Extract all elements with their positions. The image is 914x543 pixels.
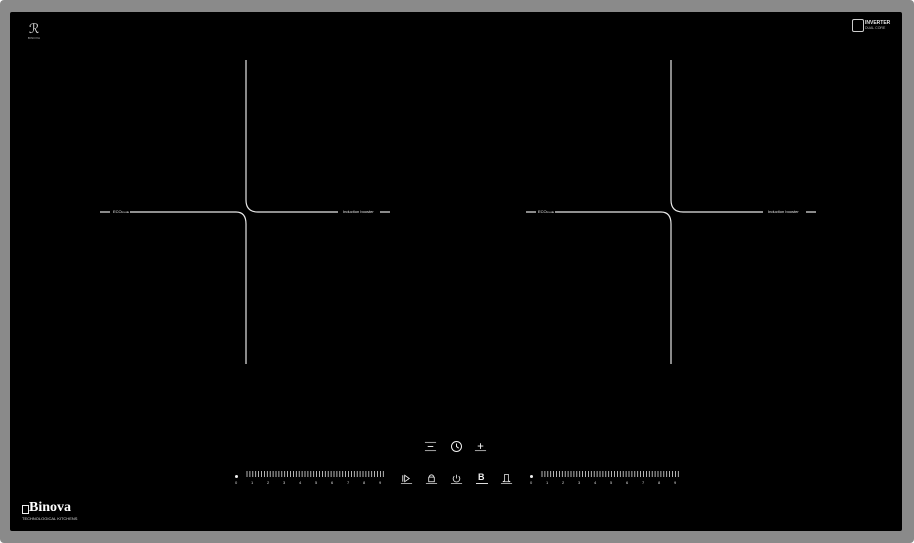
slider-level-8: 8: [658, 480, 661, 485]
zone-left-eco-sub: mode: [121, 210, 130, 214]
lock-button[interactable]: [425, 472, 438, 485]
slider-level-6: 6: [331, 480, 334, 485]
slider-level-5: 5: [315, 480, 318, 485]
slider-right-ticks: [541, 471, 679, 477]
slider-level-1: 1: [546, 480, 549, 485]
slider-level-3: 3: [578, 480, 581, 485]
power-button[interactable]: [450, 472, 463, 485]
zone-left-lower-line: [130, 211, 247, 364]
zone-left-eco-label[interactable]: ECOmode: [113, 209, 129, 214]
zone-right-eco-label[interactable]: ECOmode: [538, 209, 554, 214]
brand-box-icon: [22, 505, 29, 514]
slider-level-0: 0: [235, 480, 238, 485]
zone-left-eco-text: ECO: [113, 209, 122, 214]
slider-level-6: 6: [626, 480, 629, 485]
slider-level-9: 9: [379, 480, 382, 485]
timer-minus-button[interactable]: [424, 440, 437, 453]
bridge-button[interactable]: [500, 472, 513, 485]
slider-level-7: 7: [347, 480, 350, 485]
slider-level-4: 4: [299, 480, 302, 485]
slider-left-indicator-dot: [235, 475, 238, 478]
slider-level-1: 1: [251, 480, 254, 485]
zone-left-upper-line: [245, 60, 338, 213]
slider-right-indicator-dot: [530, 475, 533, 478]
slider-level-2: 2: [267, 480, 270, 485]
booster-underline: [476, 483, 488, 484]
zone-right-lower-line: [555, 211, 672, 364]
brand-tagline: TECHNOLOGICAL KITCHENS: [22, 516, 78, 521]
zone-right-eco-text: ECO: [538, 209, 547, 214]
slider-level-9: 9: [674, 480, 677, 485]
slider-level-0: 0: [530, 480, 533, 485]
slider-level-5: 5: [610, 480, 613, 485]
cooktop-glass: ℛ BINOVA INVERTER DUAL CORE ECOmode Indu…: [10, 12, 902, 531]
zone-right-booster-label[interactable]: Induction booster: [768, 209, 799, 214]
timer-clock-icon[interactable]: [450, 440, 463, 453]
booster-button[interactable]: B: [475, 472, 488, 485]
brand-name: Binova: [29, 500, 72, 515]
slider-level-8: 8: [363, 480, 366, 485]
zone-right-eco-sub: mode: [546, 210, 555, 214]
zone-left-booster-label[interactable]: Induction booster: [343, 209, 374, 214]
slider-level-4: 4: [594, 480, 597, 485]
slider-left-ticks: [246, 471, 384, 477]
booster-b-label: B: [478, 472, 485, 482]
zone-right-upper-line: [670, 60, 763, 213]
slider-level-3: 3: [283, 480, 286, 485]
slider-level-7: 7: [642, 480, 645, 485]
slider-level-2: 2: [562, 480, 565, 485]
zone-lines: [100, 60, 816, 364]
pause-play-button[interactable]: [400, 472, 413, 485]
timer-plus-button[interactable]: [474, 440, 487, 453]
